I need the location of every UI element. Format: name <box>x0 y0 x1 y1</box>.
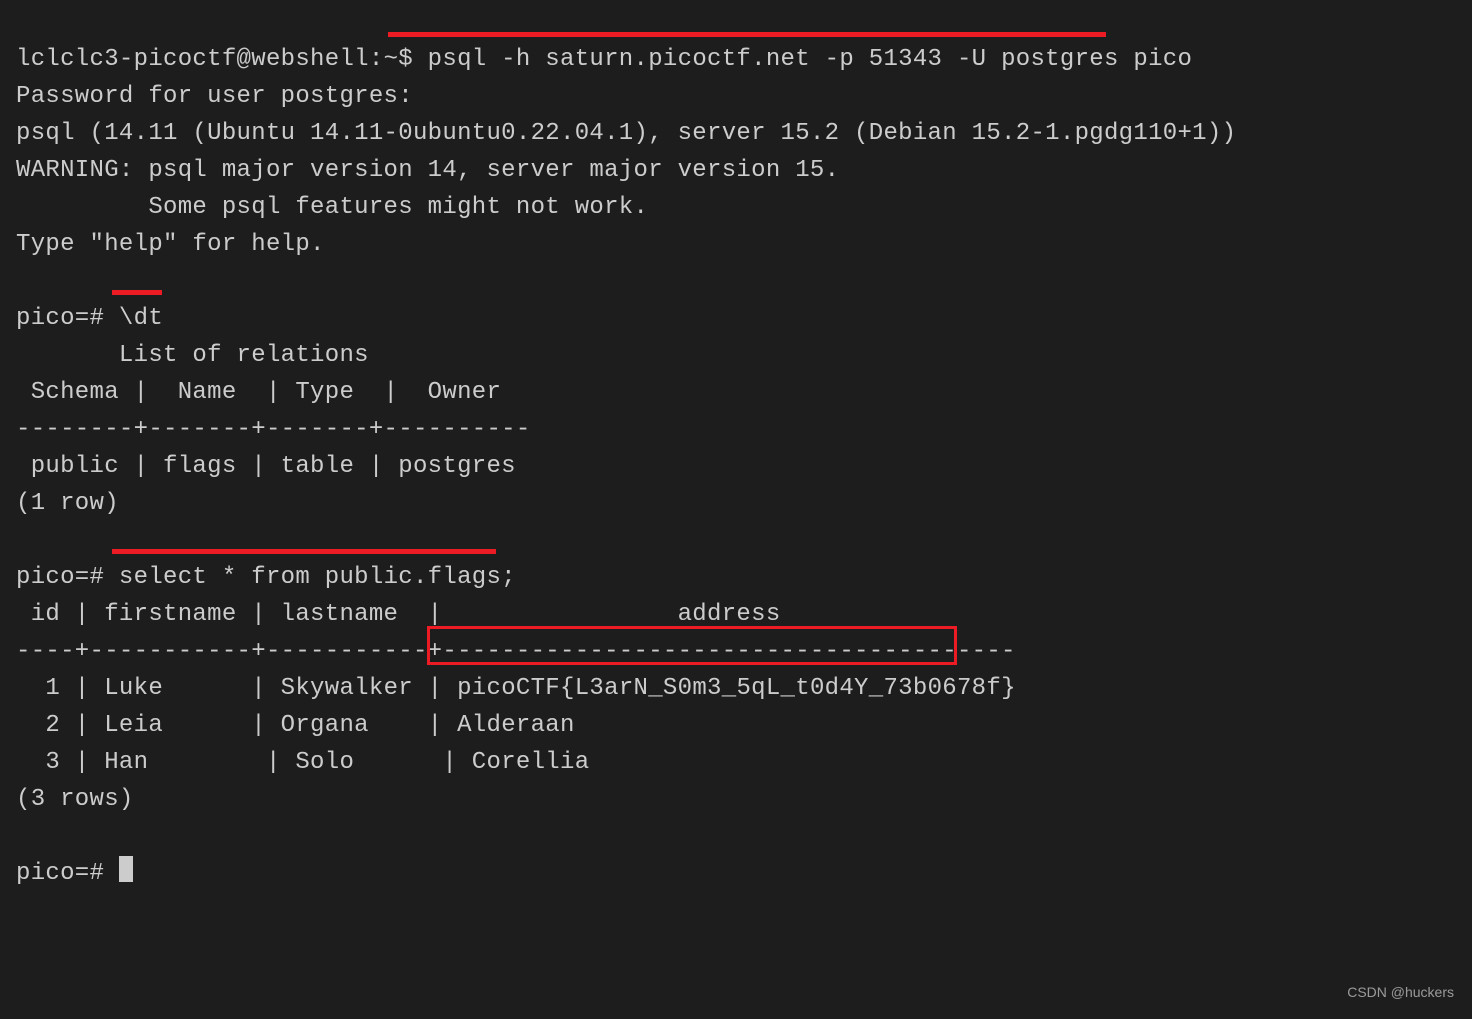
annotation-underline-psql-cmd <box>388 32 1106 37</box>
psql-warning-line-2: Some psql features might not work. <box>16 194 648 221</box>
watermark: CSDN @huckers <box>1347 974 1454 1011</box>
select-command: select * from public.flags; <box>119 564 516 591</box>
annotation-underline-select <box>112 549 496 554</box>
psql-prompt: pico=# <box>16 564 104 591</box>
relations-count: (1 row) <box>16 490 119 517</box>
psql-help-line: Type "help" for help. <box>16 231 325 258</box>
dt-command: \dt <box>119 305 163 332</box>
psql-prompt: pico=# <box>16 860 104 887</box>
prompt-user-host: lclclc3-picoctf@webshell <box>16 46 369 73</box>
blank-line <box>16 527 31 554</box>
prompt-sigil: $ <box>398 46 413 73</box>
psql-prompt-line-idle: pico=# <box>16 860 133 887</box>
psql-connect-command: psql -h saturn.picoctf.net -p 51343 -U p… <box>428 46 1193 73</box>
shell-line-1: lclclc3-picoctf@webshell:~$ psql -h satu… <box>16 46 1192 73</box>
password-prompt-line: Password for user postgres: <box>16 83 413 110</box>
flags-header: id | firstname | lastname | address <box>16 601 781 628</box>
psql-prompt-line-select: pico=# select * from public.flags; <box>16 564 516 591</box>
prompt-cwd: ~ <box>384 46 399 73</box>
psql-prompt: pico=# <box>16 305 104 332</box>
flags-count: (3 rows) <box>16 786 134 813</box>
flags-row-2: 2 | Leia | Organa | Alderaan <box>16 712 575 739</box>
annotation-box-flag <box>427 626 957 665</box>
flag-value: picoCTF{L3arN_S0m3_5qL_t0d4Y_73b0678f} <box>457 675 1016 702</box>
psql-version-line: psql (14.11 (Ubuntu 14.11-0ubuntu0.22.04… <box>16 120 1236 147</box>
relations-divider: --------+-------+-------+---------- <box>16 416 531 443</box>
psql-prompt-line-dt: pico=# \dt <box>16 305 163 332</box>
relations-row: public | flags | table | postgres <box>16 453 516 480</box>
flags-row-1: 1 | Luke | Skywalker | picoCTF{L3arN_S0m… <box>16 675 1016 702</box>
blank-line <box>16 268 31 295</box>
annotation-underline-dt <box>112 290 162 295</box>
flags-row-3: 3 | Han | Solo | Corellia <box>16 749 589 776</box>
relations-title: List of relations <box>16 342 369 369</box>
cursor[interactable] <box>119 856 133 882</box>
psql-warning-line-1: WARNING: psql major version 14, server m… <box>16 157 839 184</box>
blank-line <box>16 823 31 850</box>
relations-header: Schema | Name | Type | Owner <box>16 379 501 406</box>
terminal-window[interactable]: lclclc3-picoctf@webshell:~$ psql -h satu… <box>0 0 1472 1019</box>
